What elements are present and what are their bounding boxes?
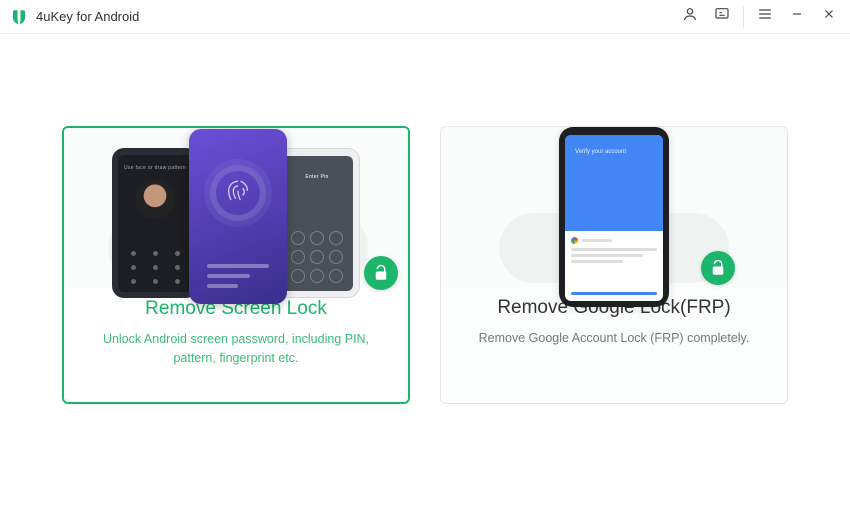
pin-label: Enter Pin bbox=[281, 174, 353, 180]
unlock-icon bbox=[364, 256, 398, 290]
face-icon bbox=[135, 179, 175, 219]
close-icon bbox=[822, 7, 836, 26]
minimize-icon bbox=[790, 7, 804, 26]
account-icon bbox=[682, 6, 698, 27]
phone-google-frp: Verify your account bbox=[559, 127, 669, 307]
close-button[interactable] bbox=[814, 2, 844, 32]
titlebar-actions bbox=[675, 2, 844, 32]
google-icon bbox=[571, 237, 578, 244]
google-lock-description: Remove Google Account Lock (FRP) complet… bbox=[469, 329, 759, 348]
menu-button[interactable] bbox=[750, 2, 780, 32]
account-button[interactable] bbox=[675, 2, 705, 32]
phone-face-unlock: Use face or draw pattern bbox=[112, 148, 198, 298]
remove-screen-lock-card[interactable]: Use face or draw pattern Enter Pin bbox=[62, 126, 410, 404]
main-content: Use face or draw pattern Enter Pin bbox=[0, 34, 850, 404]
remove-google-lock-card[interactable]: Verify your account bbox=[440, 126, 788, 404]
titlebar-divider bbox=[743, 6, 744, 28]
title-bar: 4uKey for Android bbox=[0, 0, 850, 34]
app-logo-icon bbox=[10, 8, 28, 26]
verify-account-label: Verify your account bbox=[575, 149, 653, 155]
screen-lock-illustration: Use face or draw pattern Enter Pin bbox=[64, 128, 408, 288]
google-lock-illustration: Verify your account bbox=[441, 127, 787, 287]
feedback-button[interactable] bbox=[707, 2, 737, 32]
screen-lock-description: Unlock Android screen password, includin… bbox=[92, 330, 380, 369]
phone-fingerprint-unlock bbox=[189, 129, 287, 304]
card-body: Remove Screen Lock Unlock Android screen… bbox=[64, 288, 408, 402]
menu-icon bbox=[757, 6, 773, 27]
fingerprint-icon bbox=[216, 171, 260, 215]
unlock-icon bbox=[701, 251, 735, 285]
face-unlock-label: Use face or draw pattern bbox=[118, 165, 192, 171]
minimize-button[interactable] bbox=[782, 2, 812, 32]
app-title: 4uKey for Android bbox=[36, 9, 675, 24]
feedback-icon bbox=[714, 6, 730, 27]
